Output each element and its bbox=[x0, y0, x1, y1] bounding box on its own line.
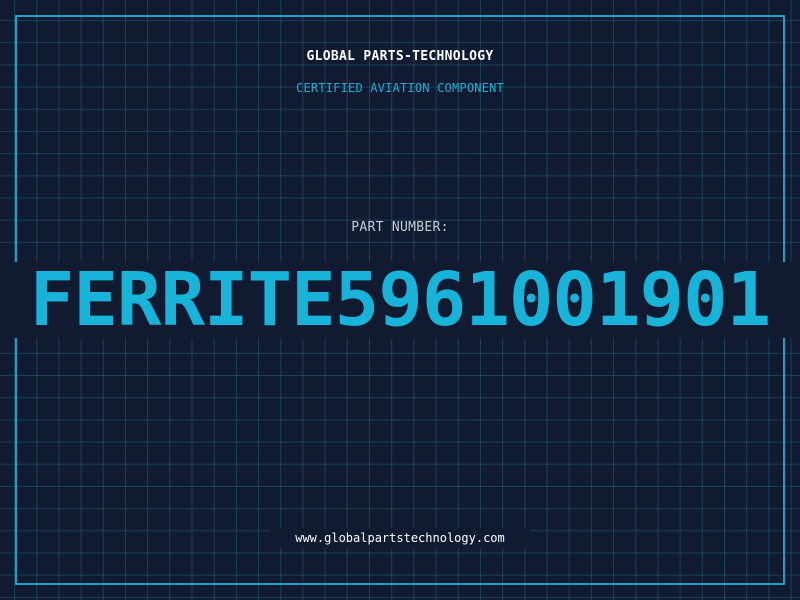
company-name: GLOBAL PARTS-TECHNOLOGY bbox=[306, 49, 494, 64]
website-url: www.globalpartstechnology.com bbox=[295, 531, 505, 545]
part-number-value: FERRITE5961001901 bbox=[29, 257, 771, 343]
certificate-canvas: GLOBAL PARTS-TECHNOLOGY CERTIFIED AVIATI… bbox=[0, 0, 800, 600]
part-number-label: PART NUMBER: bbox=[351, 220, 449, 235]
certification-subtitle: CERTIFIED AVIATION COMPONENT bbox=[296, 81, 504, 95]
